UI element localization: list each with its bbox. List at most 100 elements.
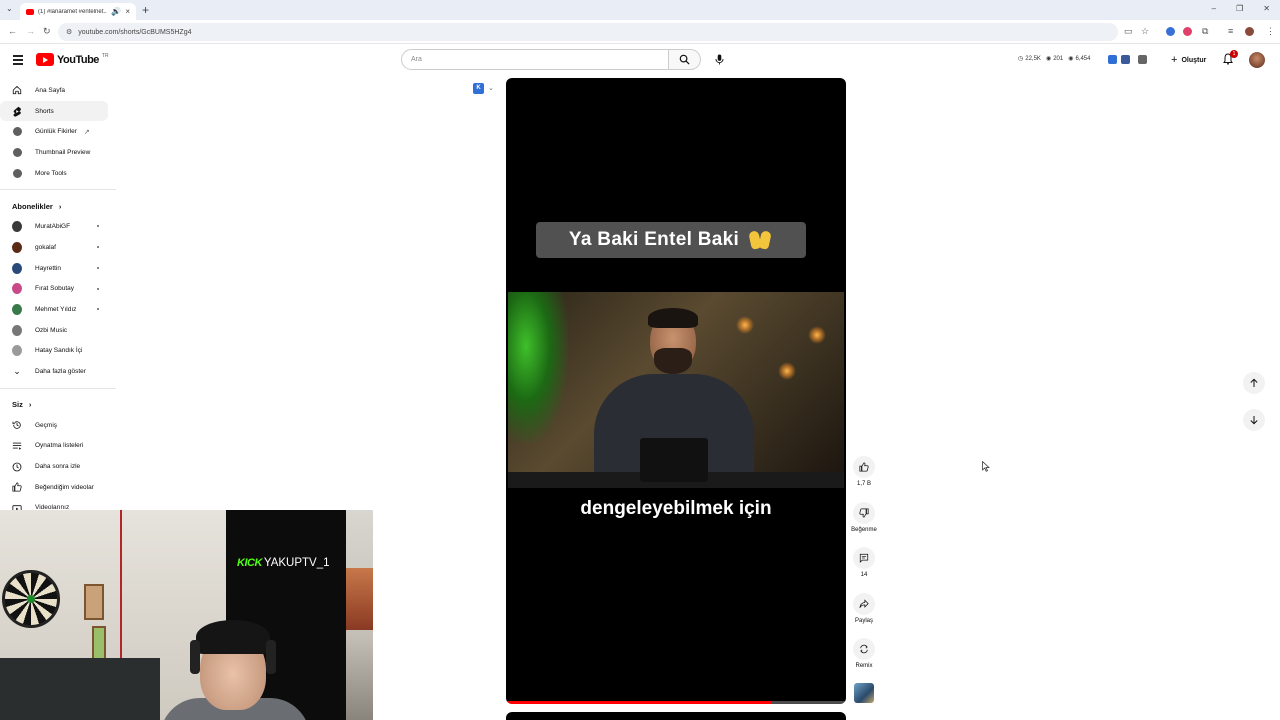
- new-tab-icon[interactable]: +: [142, 3, 149, 17]
- shorts-player[interactable]: Ya Baki Entel Baki dengeleyebilmek için: [506, 78, 846, 704]
- extension-badge[interactable]: K: [473, 83, 484, 94]
- notifications-button[interactable]: 1: [1222, 50, 1238, 67]
- dislike-action: Beğenme: [848, 501, 880, 548]
- sidebar-item-mehmet-yildiz[interactable]: Mehmet Yıldız: [0, 299, 108, 320]
- sidebar-item-oynatma-listeleri[interactable]: Oynatma listeleri: [0, 436, 108, 457]
- sidebar-item-begendigim-videolar[interactable]: Beğendiğim videolar: [0, 477, 108, 498]
- bookmark-star-icon[interactable]: ☆: [1141, 26, 1149, 37]
- sidebar-item-shorts[interactable]: Shorts: [0, 100, 108, 122]
- sidebar-item-videolariniz[interactable]: Videolarınız: [0, 498, 108, 510]
- tool-icon: [12, 147, 22, 157]
- sidebar-item-ana-sayfa[interactable]: Ana Sayfa: [0, 80, 108, 101]
- sidebar-item-label: Shorts: [35, 107, 54, 115]
- extension-icon[interactable]: [1183, 27, 1192, 36]
- sidebar-item-label: Beğendiğim videolar: [35, 483, 94, 491]
- cast-icon[interactable]: ▭: [1124, 26, 1133, 37]
- create-button[interactable]: + Oluştur: [1163, 50, 1214, 70]
- menu-icon[interactable]: [13, 55, 23, 67]
- video-frame: [508, 292, 844, 488]
- youtube-logo[interactable]: YouTube TR: [36, 53, 109, 66]
- reload-icon[interactable]: ↻: [43, 26, 51, 37]
- extension-icon[interactable]: [1138, 55, 1147, 64]
- raised-hands-emoji-icon: [748, 229, 773, 251]
- reading-list-icon[interactable]: ≡: [1228, 26, 1233, 36]
- sidebar-item-label: gokalaf: [35, 243, 56, 251]
- extension-icon[interactable]: [1108, 55, 1117, 64]
- profile-avatar[interactable]: [1245, 27, 1254, 36]
- minimize-icon[interactable]: –: [1212, 4, 1216, 13]
- window-controls: – ❐ ✕: [1212, 4, 1270, 13]
- subscriptions-heading[interactable]: Abonelikler ›: [0, 196, 116, 216]
- lamp-light: [778, 362, 796, 380]
- next-short-button[interactable]: [1243, 409, 1265, 431]
- sidebar-item-daha-sonra-izle[interactable]: Daha sonra izle: [0, 456, 108, 477]
- browser-tab[interactable]: (1) #lariaramet #entelnet... 🔊 ×: [20, 3, 136, 20]
- monitor: [0, 658, 160, 720]
- sidebar-item-muratabigf[interactable]: MuratAbiGF: [0, 216, 108, 237]
- subscriptions-heading-label: Abonelikler: [12, 201, 53, 211]
- mouse-cursor-icon: [982, 461, 990, 472]
- next-short-preview[interactable]: [506, 712, 846, 720]
- search-button[interactable]: [669, 49, 701, 70]
- like-button[interactable]: [853, 456, 875, 478]
- sidebar-item-gunluk-fikirler[interactable]: Günlük Fikirler ↗: [0, 121, 108, 142]
- kick-channel-tag: KICK YAKUPTV_1: [237, 557, 330, 569]
- sidebar-item-label: Thumbnail Preview: [35, 148, 91, 156]
- arrow-down-icon: [1250, 416, 1258, 425]
- back-icon[interactable]: ←: [8, 26, 17, 36]
- thumbs-up-icon: [12, 482, 22, 492]
- remix-button[interactable]: [853, 638, 875, 660]
- sidebar-item-thumbnail-preview[interactable]: Thumbnail Preview: [0, 142, 108, 163]
- tab-search-icon[interactable]: ⌄: [6, 4, 13, 13]
- sidebar-item-hayrettin[interactable]: Hayrettin: [0, 258, 108, 279]
- channel-avatar: [12, 241, 22, 253]
- sidebar-item-label: Günlük Fikirler: [35, 128, 77, 136]
- new-content-dot: [97, 287, 99, 290]
- create-label: Oluştur: [1181, 56, 1207, 64]
- sidebar-item-gokalaf[interactable]: gokalaf: [0, 237, 108, 258]
- voice-search-button[interactable]: [710, 50, 729, 69]
- browser-menu-icon[interactable]: ⋮: [1266, 26, 1275, 37]
- sidebar-item-firat-sobutay[interactable]: Fırat Sobutay: [0, 279, 108, 300]
- sound-thumbnail[interactable]: [854, 683, 874, 703]
- browser-tab-bar: ⌄ (1) #lariaramet #entelnet... 🔊 × + – ❐…: [0, 0, 1280, 20]
- search-box[interactable]: Ara: [401, 49, 669, 70]
- share-label: Paylaş: [854, 617, 873, 624]
- previous-short-button[interactable]: [1243, 372, 1265, 394]
- channel-avatar: [12, 324, 22, 336]
- forward-icon[interactable]: →: [26, 26, 35, 36]
- you-heading[interactable]: Siz ›: [0, 395, 116, 415]
- comments-button[interactable]: [853, 547, 875, 569]
- extensions-puzzle-icon[interactable]: ⧉: [1202, 26, 1208, 37]
- sidebar-item-hatay-sandik-ici[interactable]: Hatay Sandık İçi: [0, 341, 108, 362]
- account-avatar[interactable]: [1249, 52, 1265, 68]
- progress-bar[interactable]: [506, 701, 846, 704]
- comment-action: 14: [848, 547, 880, 593]
- sidebar-item-gecmis[interactable]: Geçmiş: [0, 415, 108, 436]
- sidebar-item-label: Ozbi Music: [35, 326, 68, 334]
- youtube-header: YouTube TR Ara ◷ 22,5K ◉ 201 ◉ 6,454 + O…: [0, 44, 1280, 76]
- dislike-button[interactable]: [853, 501, 875, 524]
- sidebar-item-more-tools[interactable]: More Tools: [0, 163, 108, 184]
- kick-logo: KICK: [237, 557, 262, 569]
- remix-label: Remix: [855, 663, 873, 669]
- share-button[interactable]: [853, 592, 875, 615]
- site-info-icon[interactable]: ⚙: [66, 28, 72, 36]
- sidebar-item-ozbi-music[interactable]: Ozbi Music: [0, 320, 108, 341]
- close-window-icon[interactable]: ✕: [1263, 4, 1270, 13]
- youtube-play-icon: [36, 53, 54, 66]
- channel-stats: ◷ 22,5K ◉ 201 ◉ 6,454: [1018, 55, 1090, 63]
- extension-icon[interactable]: [1166, 27, 1175, 36]
- show-more-button[interactable]: ⌄ Daha fazla göster: [0, 361, 108, 382]
- youtube-favicon-icon: [26, 8, 34, 15]
- sidebar-item-label: Hatay Sandık İçi: [35, 347, 83, 355]
- chevron-down-icon[interactable]: ⌄: [488, 84, 494, 92]
- url-field[interactable]: ⚙ youtube.com/shorts/GcBUMS5HZg4: [58, 23, 1118, 41]
- remix-action: Remix: [848, 638, 880, 684]
- speaker-icon[interactable]: 🔊: [111, 7, 121, 16]
- new-content-dot: [97, 266, 99, 269]
- close-tab-icon[interactable]: ×: [125, 7, 130, 16]
- extension-icon[interactable]: [1121, 55, 1130, 64]
- external-link-icon: ↗: [83, 128, 90, 136]
- restore-icon[interactable]: ❐: [1236, 4, 1243, 13]
